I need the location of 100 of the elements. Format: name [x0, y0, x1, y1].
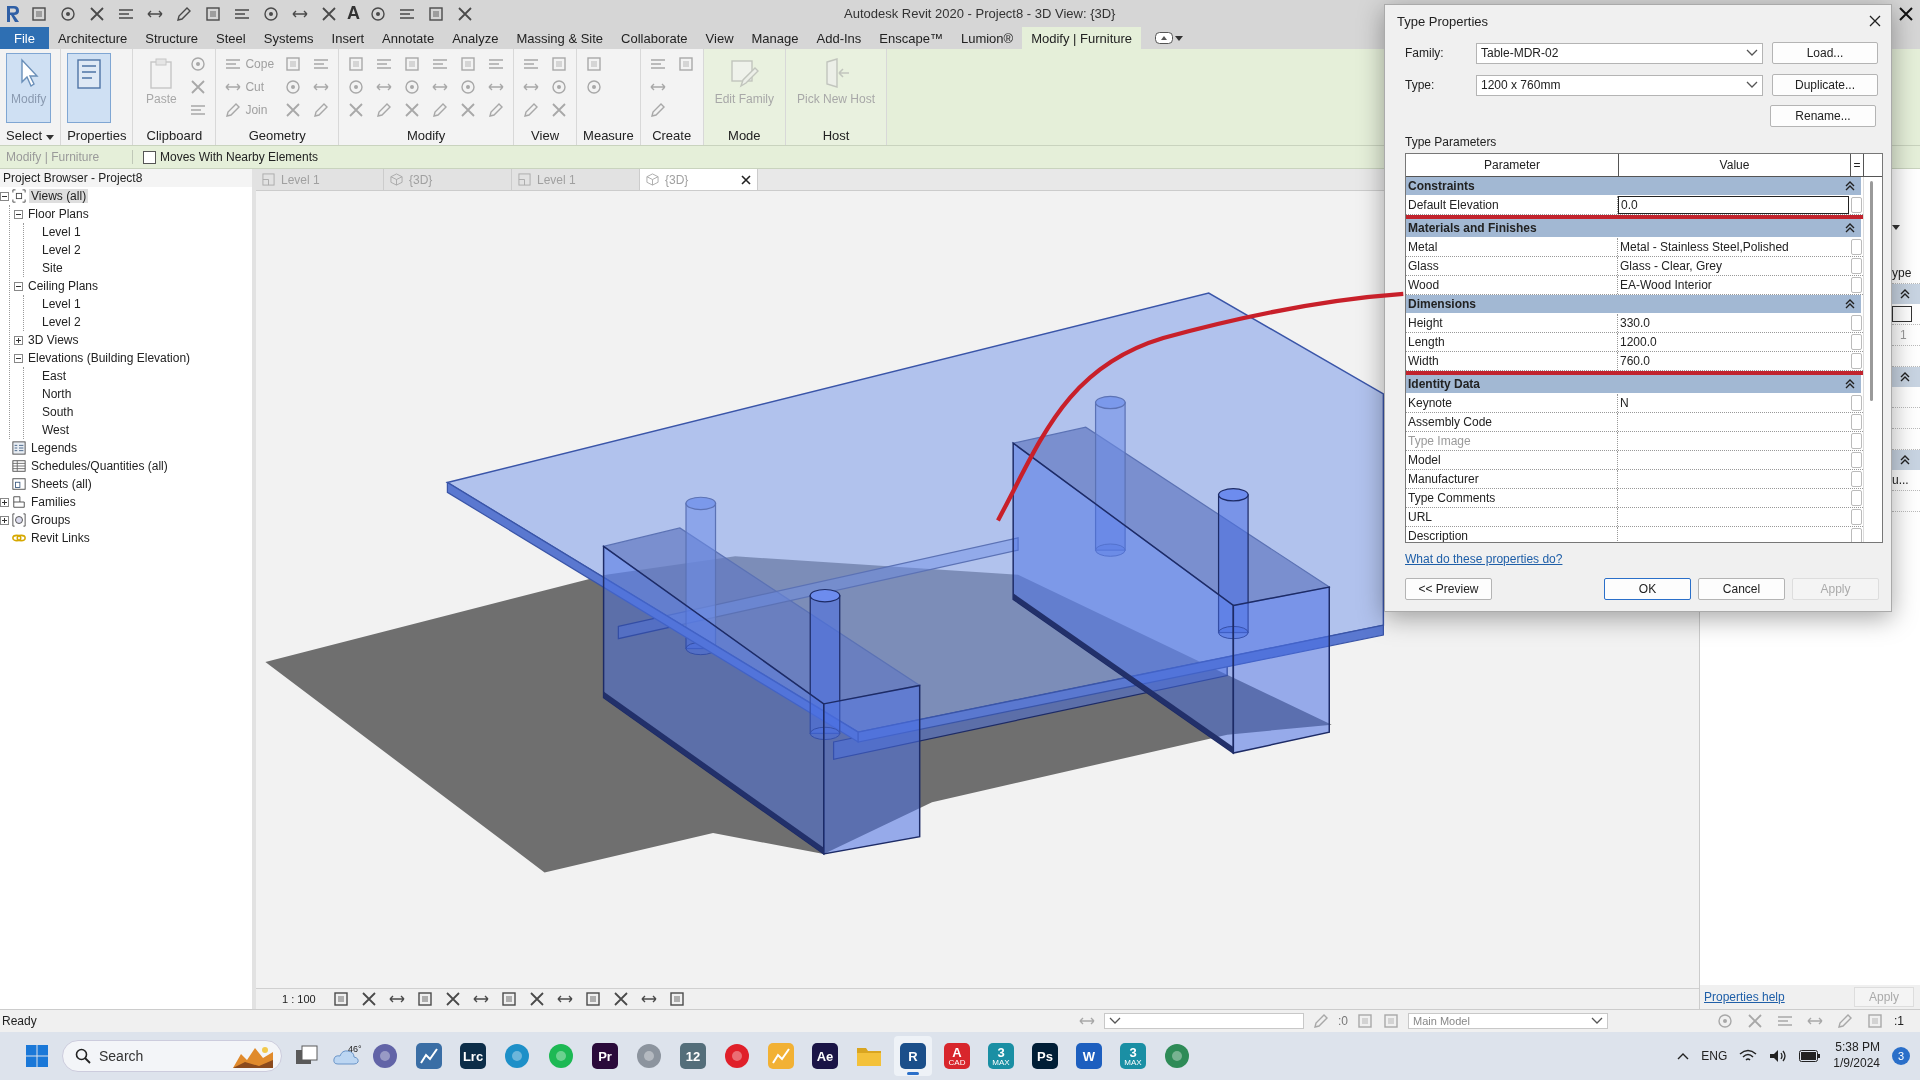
ribbon-tab[interactable]: Systems — [254, 27, 323, 49]
group-header[interactable]: Dimensions — [1406, 295, 1861, 313]
ribbon-tab[interactable]: File — [0, 27, 49, 49]
dialog-button[interactable]: OK — [1604, 578, 1691, 600]
help-link[interactable]: Properties help — [1704, 990, 1785, 1004]
ribbon-tab[interactable]: Insert — [322, 27, 374, 49]
tree-item[interactable]: South — [40, 405, 76, 419]
value-input[interactable] — [1892, 306, 1912, 322]
collapse-toggle[interactable] — [14, 353, 23, 363]
taskbar-app-button[interactable]: R — [894, 1036, 932, 1076]
type-dropdown[interactable]: 1200 x 760mm — [1476, 74, 1763, 96]
tree-item[interactable]: Groups — [29, 513, 73, 527]
collapse-icon[interactable] — [1845, 223, 1855, 233]
scale-label[interactable]: 1 : 100 — [282, 993, 316, 1005]
ribbon-tab[interactable]: Collaborate — [612, 27, 697, 49]
tree-item[interactable]: 3D Views — [26, 333, 81, 347]
ribbon-tab[interactable]: Structure — [136, 27, 208, 49]
association-toggle[interactable] — [1851, 414, 1862, 430]
tree-item[interactable]: Level 2 — [40, 315, 83, 329]
ribbon-tab[interactable]: Add-Ins — [807, 27, 871, 49]
ribbon-tab[interactable]: Annotate — [373, 27, 444, 49]
taskbar-app-button[interactable]: 3 MAX — [1114, 1036, 1152, 1076]
wifi-icon[interactable] — [1739, 1049, 1758, 1063]
taskbar-app-button[interactable]: W — [1070, 1036, 1108, 1076]
association-toggle[interactable] — [1851, 490, 1862, 506]
group-header[interactable]: Constraints — [1406, 177, 1861, 195]
column-header[interactable]: Value — [1619, 154, 1851, 176]
tree-item[interactable]: Legends — [29, 441, 80, 455]
tree-item[interactable]: Families — [29, 495, 78, 509]
tree-item[interactable]: Schedules/Quantities (all) — [29, 459, 170, 473]
weather-widget[interactable]: 46° — [332, 1046, 360, 1066]
collapse-toggle[interactable] — [0, 191, 9, 201]
taskbar-app-button[interactable]: Ps — [1026, 1036, 1064, 1076]
association-toggle[interactable] — [1851, 471, 1862, 487]
collapse-toggle[interactable] — [14, 209, 23, 219]
association-toggle[interactable] — [1851, 277, 1862, 293]
help-link[interactable]: What do these properties do? — [1405, 552, 1879, 566]
association-toggle[interactable] — [1851, 433, 1862, 449]
taskbar-app-button[interactable]: 3 MAX — [982, 1036, 1020, 1076]
family-dropdown[interactable]: Table-MDR-02 — [1476, 42, 1763, 64]
language-indicator[interactable]: ENG — [1701, 1049, 1728, 1063]
close-button[interactable] — [1867, 13, 1883, 29]
close-icon[interactable] — [741, 174, 751, 185]
tree-item[interactable]: Elevations (Building Elevation) — [26, 351, 193, 365]
app-logo[interactable] — [4, 3, 22, 24]
tree-item[interactable]: Level 1 — [40, 225, 83, 239]
properties-button[interactable] — [67, 53, 112, 123]
ribbon-tab[interactable]: Massing & Site — [507, 27, 613, 49]
text-tool[interactable]: A — [347, 3, 360, 24]
taskbar-app-button[interactable]: A CAD — [938, 1036, 976, 1076]
association-toggle[interactable] — [1851, 197, 1862, 213]
ribbon-tab[interactable]: Steel — [207, 27, 255, 49]
duplicate-button[interactable]: Duplicate... — [1772, 74, 1878, 96]
tree-item[interactable]: West — [40, 423, 72, 437]
expand-toggle[interactable] — [14, 335, 23, 345]
column-header[interactable]: Parameter — [1406, 154, 1619, 176]
taskbar-app-button[interactable]: Pr — [586, 1036, 624, 1076]
tree-item[interactable]: Floor Plans — [26, 207, 91, 221]
association-toggle[interactable] — [1851, 334, 1862, 350]
tree-item[interactable]: Ceiling Plans — [26, 279, 101, 293]
group-header[interactable]: Identity Data — [1406, 375, 1861, 393]
dialog-button[interactable]: << Preview — [1405, 578, 1492, 600]
tree-item[interactable]: North — [40, 387, 74, 401]
column-header[interactable]: = — [1851, 154, 1864, 176]
association-toggle[interactable] — [1851, 509, 1862, 525]
value-input[interactable]: 0.0 — [1618, 196, 1849, 214]
taskbar-app-button[interactable]: Lrc — [454, 1036, 492, 1076]
scrollbar-thumb[interactable] — [1870, 181, 1873, 401]
association-toggle[interactable] — [1851, 315, 1862, 331]
association-toggle[interactable] — [1851, 452, 1862, 468]
association-toggle[interactable] — [1851, 395, 1862, 411]
dialog-button[interactable]: Cancel — [1698, 578, 1785, 600]
expand-toggle[interactable] — [0, 515, 9, 525]
speaker-icon[interactable] — [1769, 1049, 1788, 1063]
collapse-icon[interactable] — [1845, 379, 1855, 389]
taskbar-app-button[interactable]: Ae — [806, 1036, 844, 1076]
ribbon-tab[interactable]: Enscape™ — [870, 27, 952, 49]
collapse-icon[interactable] — [1900, 372, 1910, 382]
tree-item[interactable]: Level 1 — [40, 297, 83, 311]
model-dropdown[interactable]: Main Model — [1408, 1013, 1608, 1029]
collapse-toggle[interactable] — [14, 281, 23, 291]
expand-toggle[interactable] — [0, 497, 9, 507]
tree-item[interactable]: Views (all) — [29, 189, 89, 203]
association-toggle[interactable] — [1851, 353, 1862, 369]
tree-item[interactable]: Site — [40, 261, 65, 275]
collapse-icon[interactable] — [1845, 299, 1855, 309]
taskbar-app-button[interactable]: 12 — [674, 1036, 712, 1076]
collapse-icon[interactable] — [1845, 181, 1855, 191]
tree-item[interactable]: Sheets (all) — [29, 477, 94, 491]
notification-badge[interactable]: 3 — [1892, 1047, 1910, 1065]
ribbon-tab[interactable]: Lumion® — [951, 27, 1023, 49]
tree-item[interactable]: Revit Links — [29, 531, 92, 545]
ribbon-tab[interactable]: Architecture — [48, 27, 137, 49]
rename-button[interactable]: Rename... — [1770, 105, 1876, 127]
collapse-icon[interactable] — [1900, 455, 1910, 465]
association-toggle[interactable] — [1851, 528, 1862, 542]
chevron-up-icon[interactable] — [1677, 1052, 1690, 1060]
ribbon-toggle[interactable] — [1155, 32, 1184, 44]
tree-item[interactable]: Level 2 — [40, 243, 83, 257]
tree-item[interactable]: East — [40, 369, 68, 383]
